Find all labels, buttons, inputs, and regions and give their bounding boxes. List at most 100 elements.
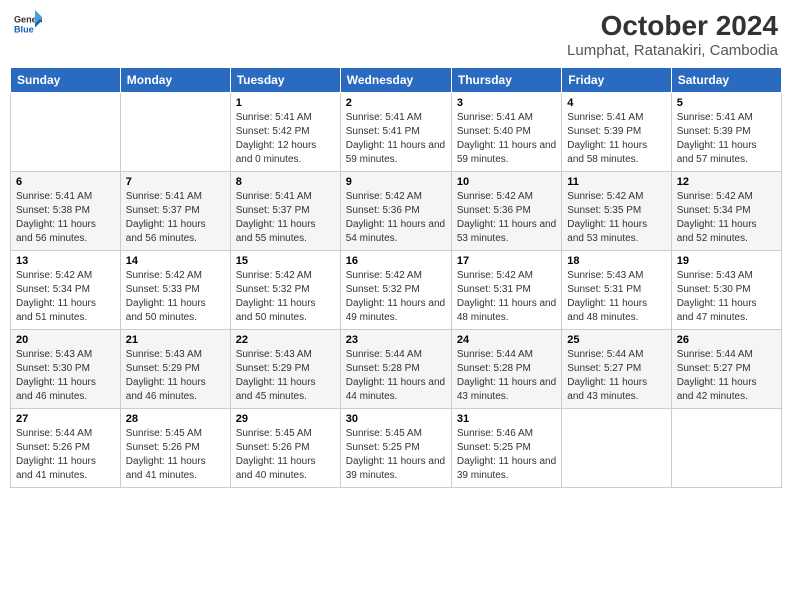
calendar-header-row: SundayMondayTuesdayWednesdayThursdayFrid… [11, 68, 782, 93]
day-info: Sunrise: 5:44 AM Sunset: 5:26 PM Dayligh… [16, 427, 115, 483]
calendar-cell: 28 Sunrise: 5:45 AM Sunset: 5:26 PM Dayli… [120, 409, 230, 488]
calendar-cell: 7 Sunrise: 5:41 AM Sunset: 5:37 PM Daylig… [120, 172, 230, 251]
calendar-cell: 18Sunrise: 5:43 AM Sunset: 5:31 PM Dayli… [562, 251, 671, 330]
day-number: 9 [346, 176, 446, 188]
calendar-cell: 4 Sunrise: 5:41 AM Sunset: 5:39 PM Daylig… [562, 93, 671, 172]
col-header-tuesday: Tuesday [230, 68, 340, 93]
day-info: Sunrise: 5:45 AM Sunset: 5:26 PM Dayligh… [236, 427, 335, 483]
logo-icon: General Blue [14, 10, 42, 38]
calendar-cell: 21 Sunrise: 5:43 AM Sunset: 5:29 PM Dayli… [120, 330, 230, 409]
week-row-1: 1 Sunrise: 5:41 AM Sunset: 5:42 PM Daylig… [11, 93, 782, 172]
day-info: Sunrise: 5:44 AM Sunset: 5:27 PM Dayligh… [677, 348, 776, 404]
day-number: 7 [126, 176, 225, 188]
week-row-2: 6Sunrise: 5:41 AM Sunset: 5:38 PM Daylig… [11, 172, 782, 251]
day-info: Sunrise: 5:41 AM Sunset: 5:39 PM Dayligh… [567, 111, 665, 167]
calendar-table: SundayMondayTuesdayWednesdayThursdayFrid… [10, 67, 782, 488]
day-info: Sunrise: 5:42 AM Sunset: 5:36 PM Dayligh… [457, 190, 556, 246]
calendar-cell: 3 Sunrise: 5:41 AM Sunset: 5:40 PM Daylig… [451, 93, 561, 172]
calendar-cell: 2 Sunrise: 5:41 AM Sunset: 5:41 PM Daylig… [340, 93, 451, 172]
day-number: 16 [346, 255, 446, 267]
calendar-cell: 13 Sunrise: 5:42 AM Sunset: 5:34 PM Dayli… [11, 251, 121, 330]
calendar-cell: 17 Sunrise: 5:42 AM Sunset: 5:31 PM Dayli… [451, 251, 561, 330]
day-number: 26 [677, 334, 776, 346]
day-number: 23 [346, 334, 446, 346]
week-row-3: 13 Sunrise: 5:42 AM Sunset: 5:34 PM Dayli… [11, 251, 782, 330]
day-info: Sunrise: 5:43 AM Sunset: 5:29 PM Dayligh… [126, 348, 225, 404]
day-number: 29 [236, 413, 335, 425]
day-info: Sunrise: 5:42 AM Sunset: 5:34 PM Dayligh… [677, 190, 776, 246]
calendar-cell [562, 409, 671, 488]
calendar-cell: 15 Sunrise: 5:42 AM Sunset: 5:32 PM Dayli… [230, 251, 340, 330]
main-title: October 2024 [567, 10, 778, 42]
col-header-friday: Friday [562, 68, 671, 93]
day-info: Sunrise: 5:42 AM Sunset: 5:32 PM Dayligh… [236, 269, 335, 325]
day-info: Sunrise: 5:43 AM Sunset: 5:30 PM Dayligh… [677, 269, 776, 325]
calendar-cell [671, 409, 781, 488]
day-info: Sunrise: 5:42 AM Sunset: 5:33 PM Dayligh… [126, 269, 225, 325]
day-number: 25 [567, 334, 665, 346]
day-number: 28 [126, 413, 225, 425]
day-number: 6 [16, 176, 115, 188]
day-info: Sunrise: 5:45 AM Sunset: 5:25 PM Dayligh… [346, 427, 446, 483]
calendar-cell [11, 93, 121, 172]
day-number: 19 [677, 255, 776, 267]
day-number: 12 [677, 176, 776, 188]
svg-text:Blue: Blue [14, 24, 34, 34]
day-number: 30 [346, 413, 446, 425]
page-header: General Blue October 2024 Lumphat, Ratan… [10, 10, 782, 59]
calendar-cell: 31Sunrise: 5:46 AM Sunset: 5:25 PM Dayli… [451, 409, 561, 488]
day-info: Sunrise: 5:44 AM Sunset: 5:28 PM Dayligh… [457, 348, 556, 404]
day-number: 18 [567, 255, 665, 267]
day-info: Sunrise: 5:41 AM Sunset: 5:41 PM Dayligh… [346, 111, 446, 167]
calendar-cell: 1 Sunrise: 5:41 AM Sunset: 5:42 PM Daylig… [230, 93, 340, 172]
day-number: 20 [16, 334, 115, 346]
day-info: Sunrise: 5:44 AM Sunset: 5:28 PM Dayligh… [346, 348, 446, 404]
calendar-cell: 11 Sunrise: 5:42 AM Sunset: 5:35 PM Dayli… [562, 172, 671, 251]
calendar-cell: 22Sunrise: 5:43 AM Sunset: 5:29 PM Dayli… [230, 330, 340, 409]
day-number: 13 [16, 255, 115, 267]
week-row-4: 20Sunrise: 5:43 AM Sunset: 5:30 PM Dayli… [11, 330, 782, 409]
col-header-sunday: Sunday [11, 68, 121, 93]
calendar-cell: 14 Sunrise: 5:42 AM Sunset: 5:33 PM Dayli… [120, 251, 230, 330]
day-info: Sunrise: 5:41 AM Sunset: 5:37 PM Dayligh… [236, 190, 335, 246]
title-block: October 2024 Lumphat, Ratanakiri, Cambod… [567, 10, 778, 59]
calendar-cell: 24 Sunrise: 5:44 AM Sunset: 5:28 PM Dayli… [451, 330, 561, 409]
calendar-cell: 6Sunrise: 5:41 AM Sunset: 5:38 PM Daylig… [11, 172, 121, 251]
day-info: Sunrise: 5:42 AM Sunset: 5:31 PM Dayligh… [457, 269, 556, 325]
calendar-cell: 8 Sunrise: 5:41 AM Sunset: 5:37 PM Daylig… [230, 172, 340, 251]
calendar-cell: 27 Sunrise: 5:44 AM Sunset: 5:26 PM Dayli… [11, 409, 121, 488]
day-number: 14 [126, 255, 225, 267]
day-info: Sunrise: 5:42 AM Sunset: 5:32 PM Dayligh… [346, 269, 446, 325]
calendar-cell: 16 Sunrise: 5:42 AM Sunset: 5:32 PM Dayli… [340, 251, 451, 330]
calendar-cell [120, 93, 230, 172]
day-number: 3 [457, 97, 556, 109]
day-info: Sunrise: 5:43 AM Sunset: 5:29 PM Dayligh… [236, 348, 335, 404]
col-header-thursday: Thursday [451, 68, 561, 93]
day-info: Sunrise: 5:46 AM Sunset: 5:25 PM Dayligh… [457, 427, 556, 483]
col-header-saturday: Saturday [671, 68, 781, 93]
day-info: Sunrise: 5:45 AM Sunset: 5:26 PM Dayligh… [126, 427, 225, 483]
day-number: 15 [236, 255, 335, 267]
day-number: 8 [236, 176, 335, 188]
day-info: Sunrise: 5:41 AM Sunset: 5:42 PM Dayligh… [236, 111, 335, 167]
day-info: Sunrise: 5:42 AM Sunset: 5:35 PM Dayligh… [567, 190, 665, 246]
day-number: 4 [567, 97, 665, 109]
calendar-cell: 9Sunrise: 5:42 AM Sunset: 5:36 PM Daylig… [340, 172, 451, 251]
day-number: 11 [567, 176, 665, 188]
calendar-cell: 10Sunrise: 5:42 AM Sunset: 5:36 PM Dayli… [451, 172, 561, 251]
week-row-5: 27 Sunrise: 5:44 AM Sunset: 5:26 PM Dayli… [11, 409, 782, 488]
day-info: Sunrise: 5:42 AM Sunset: 5:34 PM Dayligh… [16, 269, 115, 325]
day-info: Sunrise: 5:41 AM Sunset: 5:37 PM Dayligh… [126, 190, 225, 246]
day-number: 24 [457, 334, 556, 346]
day-number: 1 [236, 97, 335, 109]
calendar-cell: 29 Sunrise: 5:45 AM Sunset: 5:26 PM Dayli… [230, 409, 340, 488]
day-number: 5 [677, 97, 776, 109]
day-number: 21 [126, 334, 225, 346]
day-number: 17 [457, 255, 556, 267]
day-number: 27 [16, 413, 115, 425]
col-header-monday: Monday [120, 68, 230, 93]
day-number: 2 [346, 97, 446, 109]
calendar-cell: 20Sunrise: 5:43 AM Sunset: 5:30 PM Dayli… [11, 330, 121, 409]
subtitle: Lumphat, Ratanakiri, Cambodia [567, 42, 778, 59]
day-info: Sunrise: 5:41 AM Sunset: 5:40 PM Dayligh… [457, 111, 556, 167]
